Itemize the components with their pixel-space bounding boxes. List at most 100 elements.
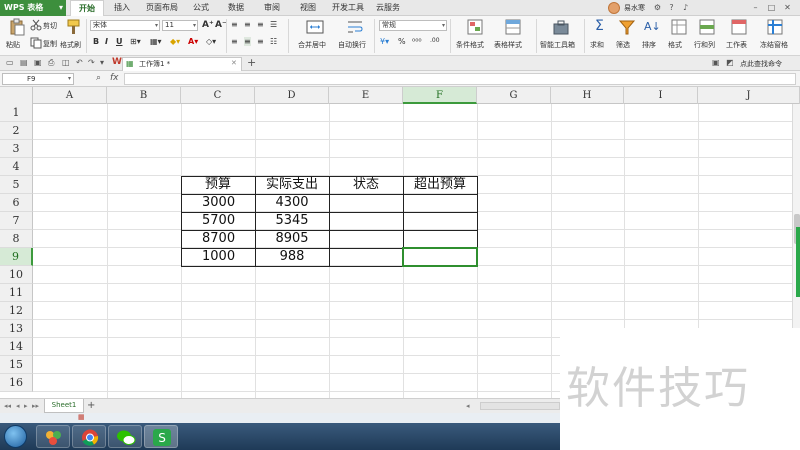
cell-style-icon[interactable]: ▦▾: [150, 37, 162, 46]
sum-label[interactable]: 求和: [590, 40, 604, 50]
number-format-select[interactable]: 常规 ▾: [379, 20, 447, 31]
clear-format-icon[interactable]: ◇▾: [206, 37, 216, 46]
minimize-icon[interactable]: –: [750, 3, 761, 13]
taskbar-app-wechat[interactable]: [108, 425, 142, 448]
table-style-label[interactable]: 表格样式: [494, 40, 522, 50]
font-size-select[interactable]: 11 ▾: [162, 20, 198, 31]
user-name[interactable]: 易水寒: [624, 0, 645, 16]
fx-icon[interactable]: fx: [110, 73, 119, 83]
wrap-text-label[interactable]: 自动换行: [338, 40, 366, 50]
table-cell[interactable]: [424, 194, 477, 212]
smart-toolbox-label[interactable]: 智能工具箱: [540, 40, 575, 50]
redo-icon[interactable]: ↷: [88, 58, 95, 67]
column-header[interactable]: F: [403, 87, 477, 104]
column-header[interactable]: E: [329, 87, 403, 104]
increase-decimal-icon[interactable]: .00: [430, 37, 440, 44]
row-header[interactable]: 8: [0, 230, 33, 248]
table-cell[interactable]: 5345: [255, 212, 329, 230]
row-col-icon[interactable]: [698, 18, 716, 36]
row-header[interactable]: 5: [0, 176, 33, 194]
table-cell[interactable]: 4300: [255, 194, 329, 212]
maximize-icon[interactable]: □: [766, 3, 777, 13]
table-cell[interactable]: 5700: [202, 212, 255, 230]
thousands-icon[interactable]: ⁰⁰⁰: [412, 37, 422, 46]
align-bottom-icon[interactable]: ≡: [257, 20, 264, 29]
table-header-cell[interactable]: 超出预算: [403, 176, 477, 194]
scroll-left-icon[interactable]: ◂: [466, 399, 470, 413]
tab-cloud[interactable]: 云服务: [370, 0, 406, 16]
freeze-panes-icon[interactable]: [766, 18, 784, 36]
row-header[interactable]: 3: [0, 140, 33, 158]
currency-icon[interactable]: ¥▾: [380, 37, 389, 46]
table-style-icon[interactable]: [504, 18, 522, 36]
format-icon[interactable]: [670, 18, 688, 36]
tab-home[interactable]: 开始: [70, 0, 104, 16]
tab-page-layout[interactable]: 页面布局: [140, 0, 184, 16]
wrap-text-icon[interactable]: [346, 18, 364, 36]
row-header[interactable]: 11: [0, 284, 33, 302]
close-icon[interactable]: ✕: [782, 3, 793, 13]
percent-icon[interactable]: %: [398, 37, 406, 46]
taskbar-app-chrome[interactable]: [72, 425, 106, 448]
table-cell[interactable]: [350, 194, 403, 212]
side-panel-tab[interactable]: [796, 227, 800, 297]
align-center-icon[interactable]: ≡: [244, 37, 251, 46]
active-cell[interactable]: [402, 247, 478, 267]
row-header[interactable]: 13: [0, 320, 33, 338]
filter-label[interactable]: 筛选: [616, 40, 630, 50]
avatar[interactable]: [608, 2, 620, 14]
table-cell[interactable]: 988: [255, 248, 329, 266]
column-header[interactable]: G: [477, 87, 551, 104]
message-icon[interactable]: ▣: [712, 58, 720, 67]
lock-icon[interactable]: ◩: [726, 58, 734, 67]
table-cell[interactable]: [424, 212, 477, 230]
font-name-select[interactable]: 宋体 ▾: [90, 20, 160, 31]
table-cell[interactable]: 1000: [202, 248, 255, 266]
row-header[interactable]: 16: [0, 374, 33, 392]
taskbar-app-wps-sheets[interactable]: S: [144, 425, 178, 448]
close-tab-icon[interactable]: ✕: [231, 59, 237, 67]
column-header[interactable]: C: [181, 87, 255, 104]
column-header[interactable]: B: [107, 87, 181, 104]
sheet-tab-sheet1[interactable]: Sheet1: [44, 399, 84, 413]
row-header[interactable]: 2: [0, 122, 33, 140]
align-middle-icon[interactable]: ≡: [244, 20, 251, 29]
shrink-font-icon[interactable]: A⁻: [215, 20, 227, 30]
save-icon[interactable]: ▣: [34, 58, 42, 67]
document-tab[interactable]: ▦ 工作簿1 * ✕: [122, 57, 242, 71]
table-cell[interactable]: 8700: [202, 230, 255, 248]
paste-icon[interactable]: [8, 18, 26, 36]
copy-label[interactable]: 复制: [43, 39, 57, 49]
add-sheet-button[interactable]: +: [87, 399, 95, 412]
row-col-label[interactable]: 行和列: [694, 40, 715, 50]
worksheet-label[interactable]: 工作表: [726, 40, 747, 50]
cut-icon[interactable]: [30, 19, 42, 31]
new-file-icon[interactable]: ▭: [6, 58, 14, 67]
table-cell[interactable]: [350, 230, 403, 248]
zoom-icon[interactable]: ⌕: [96, 73, 101, 83]
new-tab-icon[interactable]: +: [247, 56, 256, 69]
name-box[interactable]: F9 ▾: [2, 73, 74, 85]
table-cell[interactable]: [350, 248, 403, 266]
column-header[interactable]: I: [624, 87, 698, 104]
underline-icon[interactable]: U: [116, 37, 123, 46]
tab-developer[interactable]: 开发工具: [328, 0, 368, 16]
copy-icon[interactable]: [30, 37, 42, 49]
print-icon[interactable]: ⎙: [48, 58, 54, 68]
preview-icon[interactable]: ◫: [62, 58, 70, 67]
taskbar-app-colorful[interactable]: [36, 425, 70, 448]
tab-review[interactable]: 审阅: [256, 0, 288, 16]
row-header[interactable]: 10: [0, 266, 33, 284]
align-justify-icon[interactable]: ☰: [270, 20, 277, 29]
start-button[interactable]: [4, 425, 27, 448]
border-icon[interactable]: ⊞▾: [130, 37, 141, 46]
row-header[interactable]: 9: [0, 248, 33, 266]
paste-label[interactable]: 粘贴: [6, 40, 20, 50]
fill-color-icon[interactable]: ◆▾: [170, 37, 180, 46]
grow-font-icon[interactable]: A⁺: [202, 20, 214, 30]
filter-icon[interactable]: [618, 18, 636, 36]
column-header[interactable]: H: [551, 87, 624, 104]
table-cell[interactable]: 3000: [202, 194, 255, 212]
table-header-cell[interactable]: 状态: [329, 176, 403, 194]
skin-icon[interactable]: ⚙: [652, 3, 663, 13]
